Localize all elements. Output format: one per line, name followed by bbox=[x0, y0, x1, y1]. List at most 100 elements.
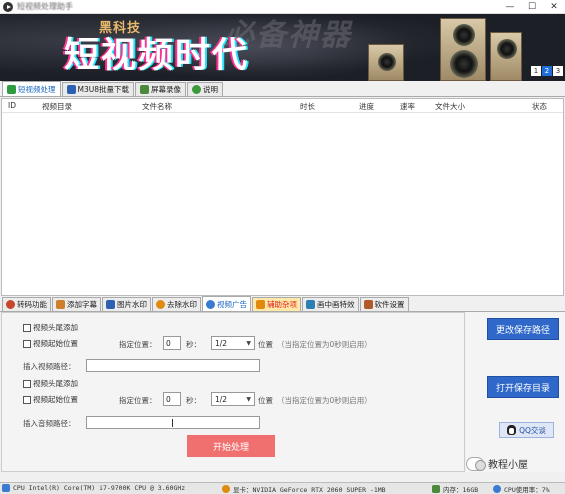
tab-label: 短视频处理 bbox=[18, 84, 56, 94]
audio-path-input[interactable] bbox=[86, 416, 260, 429]
watermark-text: 教程小屋 bbox=[488, 460, 528, 471]
tab-label: 屏幕录像 bbox=[151, 85, 182, 94]
help-icon bbox=[192, 85, 202, 94]
specify-position-label: 指定位置： bbox=[119, 396, 157, 405]
app-icon bbox=[3, 1, 13, 12]
gpu-icon bbox=[222, 485, 230, 493]
position-seconds-input-2[interactable]: 0 bbox=[163, 392, 181, 406]
tab-misc[interactable]: 辅助杂项 bbox=[252, 297, 301, 311]
column-header-speed[interactable]: 速率 bbox=[400, 101, 415, 112]
specify-position-label: 指定位置： bbox=[119, 340, 157, 349]
tab-short-video[interactable]: 短视频处理 bbox=[2, 81, 61, 96]
tab-picture-in-picture[interactable]: 画中画特效 bbox=[302, 297, 359, 311]
tab-help[interactable]: 说明 bbox=[187, 82, 224, 96]
checkbox-box[interactable] bbox=[23, 379, 31, 388]
wechat-channel-icon bbox=[466, 456, 486, 471]
tab-label: 转码功能 bbox=[17, 300, 47, 309]
start-position-checkbox[interactable]: 视频起始位置 bbox=[23, 338, 78, 349]
column-header-file-size[interactable]: 文件大小 bbox=[435, 101, 465, 112]
tab-m3u8-download[interactable]: M3U8批量下载 bbox=[61, 82, 135, 96]
video-ad-icon bbox=[206, 299, 215, 309]
qq-chat-button[interactable]: QQ交谈 bbox=[499, 422, 554, 438]
misc-icon bbox=[256, 300, 265, 309]
tab-label: M3U8批量下载 bbox=[77, 85, 130, 94]
position-note: （当指定位置为0秒则启用） bbox=[277, 340, 372, 349]
speaker-image bbox=[440, 18, 486, 81]
start-processing-button[interactable]: 开始处理 bbox=[187, 435, 275, 457]
screen-record-icon bbox=[140, 85, 150, 94]
column-header-duration[interactable]: 时长 bbox=[300, 101, 315, 112]
tab-remove-watermark[interactable]: 去除水印 bbox=[152, 297, 201, 311]
banner-page-1[interactable]: 1 bbox=[531, 66, 541, 76]
column-header-status[interactable]: 状态 bbox=[532, 101, 547, 112]
cpu-info: CPU Intel(R) Core(TM) i7-9700K CPU @ 3.6… bbox=[2, 484, 185, 492]
maximize-button[interactable]: ☐ bbox=[521, 0, 543, 14]
tab-label: 添加字幕 bbox=[67, 300, 97, 309]
tab-label: 图片水印 bbox=[117, 300, 147, 309]
column-header-id[interactable]: ID bbox=[8, 101, 16, 110]
column-header-file-name[interactable]: 文件名称 bbox=[142, 101, 172, 112]
insert-video-path-label: 插入视频路径： bbox=[23, 362, 76, 371]
speaker-image bbox=[490, 32, 522, 81]
position-label: 位置 bbox=[258, 396, 273, 405]
tab-transcode[interactable]: 转码功能 bbox=[2, 297, 51, 311]
minimize-button[interactable]: — bbox=[499, 0, 521, 14]
chevron-down-icon: ▼ bbox=[246, 395, 251, 403]
banner-page-3[interactable]: 3 bbox=[553, 66, 563, 76]
file-table[interactable]: ID 视频目录 文件名称 时长 进度 速率 文件大小 状态 bbox=[1, 98, 564, 296]
window-title: 短视频处理助手 bbox=[17, 2, 73, 11]
tab-label: 视频广告 bbox=[217, 299, 247, 309]
download-icon bbox=[66, 85, 76, 94]
tab-add-subtitle[interactable]: 添加字幕 bbox=[52, 297, 101, 311]
tab-settings[interactable]: 软件设置 bbox=[359, 297, 409, 311]
head-tail-add-checkbox-2[interactable]: 视频头尾添加 bbox=[23, 378, 78, 389]
tab-label: 画中画特效 bbox=[317, 300, 355, 309]
banner-page-2[interactable]: 2 bbox=[542, 66, 552, 76]
tab-label: 软件设置 bbox=[374, 300, 405, 309]
title-bar: 短视频处理助手 — ☐ ✕ bbox=[0, 0, 565, 14]
qq-penguin-icon bbox=[507, 425, 517, 435]
change-save-path-button[interactable]: 更改保存路径 bbox=[487, 318, 559, 340]
checkbox-box[interactable] bbox=[23, 323, 31, 332]
position-fraction-select[interactable]: 1/2 ▼ bbox=[211, 336, 255, 350]
column-header-progress[interactable]: 进度 bbox=[359, 101, 374, 112]
table-header: ID 视频目录 文件名称 时长 进度 速率 文件大小 状态 bbox=[2, 99, 563, 113]
tab-video-ad[interactable]: 视频广告 bbox=[202, 296, 251, 311]
checkbox-box[interactable] bbox=[23, 395, 31, 404]
cpu-text: CPU Intel(R) Core(TM) i7-9700K CPU @ 3.6… bbox=[13, 484, 186, 492]
start-position-checkbox-2[interactable]: 视频起始位置 bbox=[23, 394, 78, 405]
subtitle-icon bbox=[56, 300, 65, 309]
transcode-icon bbox=[6, 300, 15, 309]
speaker-image bbox=[368, 44, 404, 81]
image-watermark-icon bbox=[106, 300, 115, 309]
checkbox-label: 视频头尾添加 bbox=[33, 379, 78, 388]
tab-image-watermark[interactable]: 图片水印 bbox=[102, 297, 151, 311]
position-seconds-input[interactable]: 0 bbox=[163, 336, 181, 350]
cpu-usage-icon bbox=[493, 485, 501, 493]
position-fraction-select-2[interactable]: 1/2 ▼ bbox=[211, 392, 255, 406]
gpu-text: 显卡：NVIDIA GeForce RTX 2060 SUPER -1MB bbox=[233, 486, 386, 494]
settings-icon bbox=[363, 300, 373, 309]
gpu-info: 显卡：NVIDIA GeForce RTX 2060 SUPER -1MB bbox=[222, 484, 386, 494]
head-tail-add-checkbox[interactable]: 视频头尾添加 bbox=[23, 322, 78, 333]
select-value: 1/2 bbox=[215, 394, 228, 404]
cpu-icon bbox=[2, 484, 10, 492]
banner-headline: 短视频时代 bbox=[64, 36, 250, 76]
video-path-input[interactable] bbox=[86, 359, 260, 372]
close-button[interactable]: ✕ bbox=[543, 0, 565, 14]
promo-banner[interactable]: 必备神器 黑科技 短视频时代 1 2 3 bbox=[0, 14, 565, 81]
chevron-down-icon: ▼ bbox=[246, 339, 251, 347]
qq-chat-label: QQ交谈 bbox=[519, 425, 546, 435]
select-value: 1/2 bbox=[215, 338, 228, 348]
checkbox-label: 视频起始位置 bbox=[33, 339, 78, 348]
checkbox-label: 视频头尾添加 bbox=[33, 323, 78, 332]
seconds-label: 秒： bbox=[186, 396, 201, 405]
memory-icon bbox=[432, 485, 440, 493]
insert-audio-path-label: 插入音频路径： bbox=[23, 419, 76, 428]
open-save-dir-button[interactable]: 打开保存目录 bbox=[487, 376, 559, 398]
checkbox-box[interactable] bbox=[23, 339, 31, 348]
right-actions: 更改保存路径 打开保存目录 QQ交谈 bbox=[466, 312, 565, 472]
status-bar: CPU Intel(R) Core(TM) i7-9700K CPU @ 3.6… bbox=[0, 482, 565, 494]
column-header-video-dir[interactable]: 视频目录 bbox=[42, 101, 72, 112]
tab-screen-record[interactable]: 屏幕录像 bbox=[135, 82, 187, 96]
